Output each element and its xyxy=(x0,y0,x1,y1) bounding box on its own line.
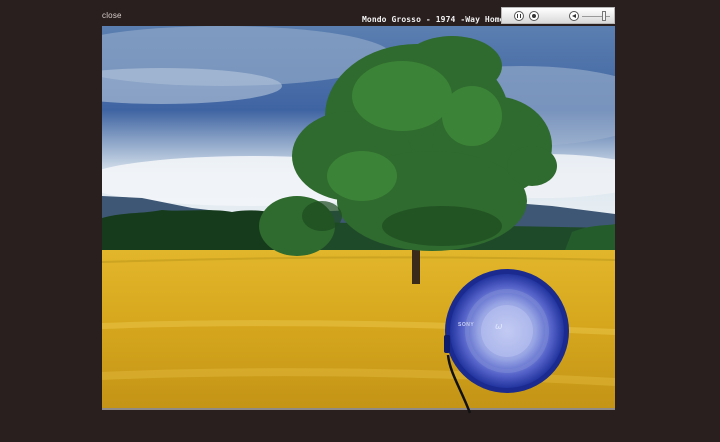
brand-label: SONY xyxy=(458,322,475,328)
mute-button[interactable] xyxy=(569,11,579,21)
track-title: Mondo Grosso - 1974 -Way Home- xyxy=(362,15,510,24)
player-controls xyxy=(501,7,615,24)
speaker-icon xyxy=(572,14,576,18)
pause-icon xyxy=(517,14,521,18)
pause-button[interactable] xyxy=(514,11,524,21)
stop-icon xyxy=(532,14,536,18)
close-link[interactable]: close xyxy=(102,11,122,20)
walkman-logo-icon: ω xyxy=(495,322,503,332)
volume-slider-handle[interactable] xyxy=(602,11,606,21)
stop-button[interactable] xyxy=(529,11,539,21)
walkman-device[interactable] xyxy=(442,265,572,397)
